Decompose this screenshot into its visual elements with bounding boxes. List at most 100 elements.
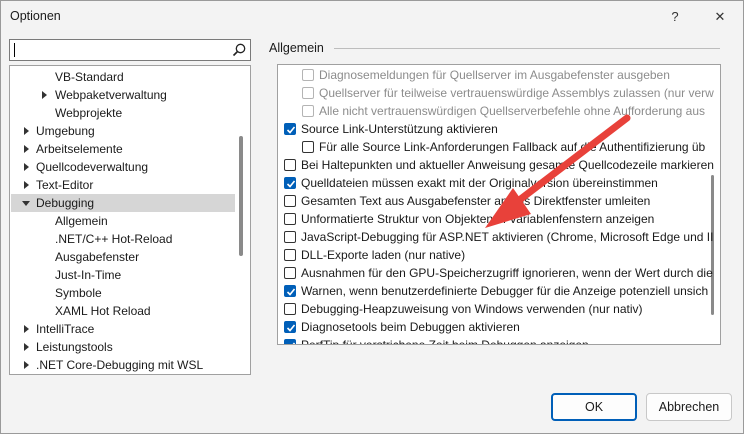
option-row[interactable]: Debugging-Heapzuweisung von Windows verw… <box>284 300 714 318</box>
option-row[interactable]: Für alle Source Link-Anforderungen Fallb… <box>302 138 720 156</box>
option-row[interactable]: JavaScript-Debugging für ASP.NET aktivie… <box>284 228 714 246</box>
section-title: Allgemein <box>269 41 324 55</box>
chevron-right-icon[interactable] <box>21 356 31 374</box>
option-label: Warnen, wenn benutzerdefinierte Debugger… <box>301 284 709 298</box>
option-checkbox[interactable] <box>284 267 296 279</box>
tree-item-label: Arbeitselemente <box>36 142 123 156</box>
option-label: Für alle Source Link-Anforderungen Fallb… <box>319 140 706 154</box>
options-tree[interactable]: VB-Standard Webpaketverwaltung Webprojekte… <box>9 65 251 375</box>
option-label: Diagnosemeldungen für Quellserver im Aus… <box>319 68 670 82</box>
help-button[interactable]: ? <box>653 1 697 32</box>
tree-item[interactable]: Leistungstools <box>11 338 235 356</box>
option-checkbox[interactable] <box>284 339 296 344</box>
option-row[interactable]: Bei Haltepunkten und aktueller Anweisung… <box>284 156 714 174</box>
tree-item-label: Symbole <box>55 286 102 300</box>
option-checkbox[interactable] <box>284 213 296 225</box>
tree-item[interactable]: VB-Standard <box>11 68 235 86</box>
option-checkbox[interactable] <box>284 285 296 297</box>
tree-item-label: Webprojekte <box>55 106 123 120</box>
option-label: Unformatierte Struktur von Objekten in V… <box>301 212 655 226</box>
chevron-right-icon[interactable] <box>21 176 31 194</box>
chevron-down-icon[interactable] <box>21 194 31 212</box>
option-row[interactable]: Gesamten Text aus Ausgabefenster an das … <box>284 192 714 210</box>
option-label: Ausnahmen für den GPU-Speicherzugriff ig… <box>301 266 713 280</box>
option-label: DLL-Exporte laden (nur native) <box>301 248 466 262</box>
tree-item[interactable]: Debugging <box>11 194 235 212</box>
option-checkbox[interactable] <box>284 159 296 171</box>
tree-item-label: Allgemein <box>55 214 108 228</box>
options-dialog: Optionen ? ✕ VB-Standard Webpaketverwaltu… <box>0 0 744 434</box>
option-checkbox[interactable] <box>284 321 296 333</box>
tree-scrollbar[interactable] <box>239 136 243 256</box>
chevron-right-icon[interactable] <box>21 140 31 158</box>
options-list: Diagnosemeldungen für Quellserver im Aus… <box>277 64 721 345</box>
tree-item[interactable]: Umgebung <box>11 122 235 140</box>
search-input[interactable] <box>9 39 251 61</box>
option-label: Quellserver für teilweise vertrauenswürd… <box>319 86 714 100</box>
tree-item-label: Ausgabefenster <box>55 250 140 264</box>
option-row[interactable]: Warnen, wenn benutzerdefinierte Debugger… <box>284 282 714 300</box>
option-row[interactable]: PerfTip für verstrichene Zeit beim Debug… <box>284 336 714 344</box>
tree-item[interactable]: IntelliTrace <box>11 320 235 338</box>
option-label: Bei Haltepunkten und aktueller Anweisung… <box>301 158 714 172</box>
tree-item[interactable]: Symbole <box>11 284 235 302</box>
tree-item-label: Leistungstools <box>36 340 113 354</box>
tree-item[interactable]: Allgemein <box>11 212 235 230</box>
option-row[interactable]: Diagnosetools beim Debuggen aktivieren <box>284 318 714 336</box>
option-row[interactable]: Unformatierte Struktur von Objekten in V… <box>284 210 714 228</box>
option-checkbox[interactable] <box>284 303 296 315</box>
tree-item-label: Quellcodeverwaltung <box>36 160 149 174</box>
option-label: Diagnosetools beim Debuggen aktivieren <box>301 320 520 334</box>
option-checkbox <box>302 87 314 99</box>
tree-item[interactable]: .NET Core-Debugging mit WSL <box>11 356 235 374</box>
chevron-right-icon[interactable] <box>39 86 49 104</box>
tree-item[interactable]: Arbeitselemente <box>11 140 235 158</box>
tree-item[interactable]: Text-Editor <box>11 176 235 194</box>
tree-item[interactable]: Webprojekte <box>11 104 235 122</box>
tree-item[interactable]: Ausgabefenster <box>11 248 235 266</box>
option-checkbox <box>302 69 314 81</box>
tree-item[interactable]: XAML Hot Reload <box>11 302 235 320</box>
tree-item[interactable]: Just-In-Time <box>11 266 235 284</box>
tree-item[interactable]: Quellcodeverwaltung <box>11 158 235 176</box>
tree-item-label: XAML Hot Reload <box>55 304 151 318</box>
option-checkbox[interactable] <box>284 195 296 207</box>
section-divider <box>334 48 720 49</box>
close-button[interactable]: ✕ <box>698 1 742 32</box>
tree-item[interactable]: .NET/C++ Hot-Reload <box>11 230 235 248</box>
tree-item-label: Webpaketverwaltung <box>55 88 167 102</box>
option-checkbox[interactable] <box>302 141 314 153</box>
title-bar[interactable]: Optionen ? ✕ <box>1 1 743 32</box>
option-label: Alle nicht vertrauenswürdigen Quellserve… <box>319 104 706 118</box>
option-label: Debugging-Heapzuweisung von Windows verw… <box>301 302 643 316</box>
option-label: JavaScript-Debugging für ASP.NET aktivie… <box>301 230 714 244</box>
option-row[interactable]: Quelldateien müssen exakt mit der Origin… <box>284 174 714 192</box>
option-checkbox[interactable] <box>284 249 296 261</box>
option-row: Alle nicht vertrauenswürdigen Quellserve… <box>302 102 720 120</box>
option-row: Quellserver für teilweise vertrauenswürd… <box>302 84 720 102</box>
option-label: Source Link-Unterstützung aktivieren <box>301 122 498 136</box>
search-icon[interactable] <box>231 42 247 58</box>
option-label: Gesamten Text aus Ausgabefenster an das … <box>301 194 651 208</box>
chevron-right-icon[interactable] <box>21 122 31 140</box>
option-checkbox <box>302 105 314 117</box>
ok-button[interactable]: OK <box>551 393 637 421</box>
option-row[interactable]: DLL-Exporte laden (nur native) <box>284 246 714 264</box>
chevron-right-icon[interactable] <box>21 158 31 176</box>
window-title: Optionen <box>10 9 61 23</box>
option-row[interactable]: Ausnahmen für den GPU-Speicherzugriff ig… <box>284 264 714 282</box>
option-checkbox[interactable] <box>284 231 296 243</box>
chevron-right-icon[interactable] <box>21 338 31 356</box>
chevron-right-icon[interactable] <box>21 320 31 338</box>
option-row: Diagnosemeldungen für Quellserver im Aus… <box>302 66 720 84</box>
tree-item-label: Text-Editor <box>36 178 94 192</box>
option-label: Quelldateien müssen exakt mit der Origin… <box>301 176 658 190</box>
tree-item-label: VB-Standard <box>55 70 124 84</box>
cancel-button[interactable]: Abbrechen <box>646 393 732 421</box>
tree-item[interactable]: Webpaketverwaltung <box>11 86 235 104</box>
option-row[interactable]: Source Link-Unterstützung aktivieren <box>284 120 714 138</box>
tree-item-label: Debugging <box>36 196 95 210</box>
tree-item-label: Umgebung <box>36 124 95 138</box>
option-checkbox[interactable] <box>284 177 296 189</box>
option-checkbox[interactable] <box>284 123 296 135</box>
